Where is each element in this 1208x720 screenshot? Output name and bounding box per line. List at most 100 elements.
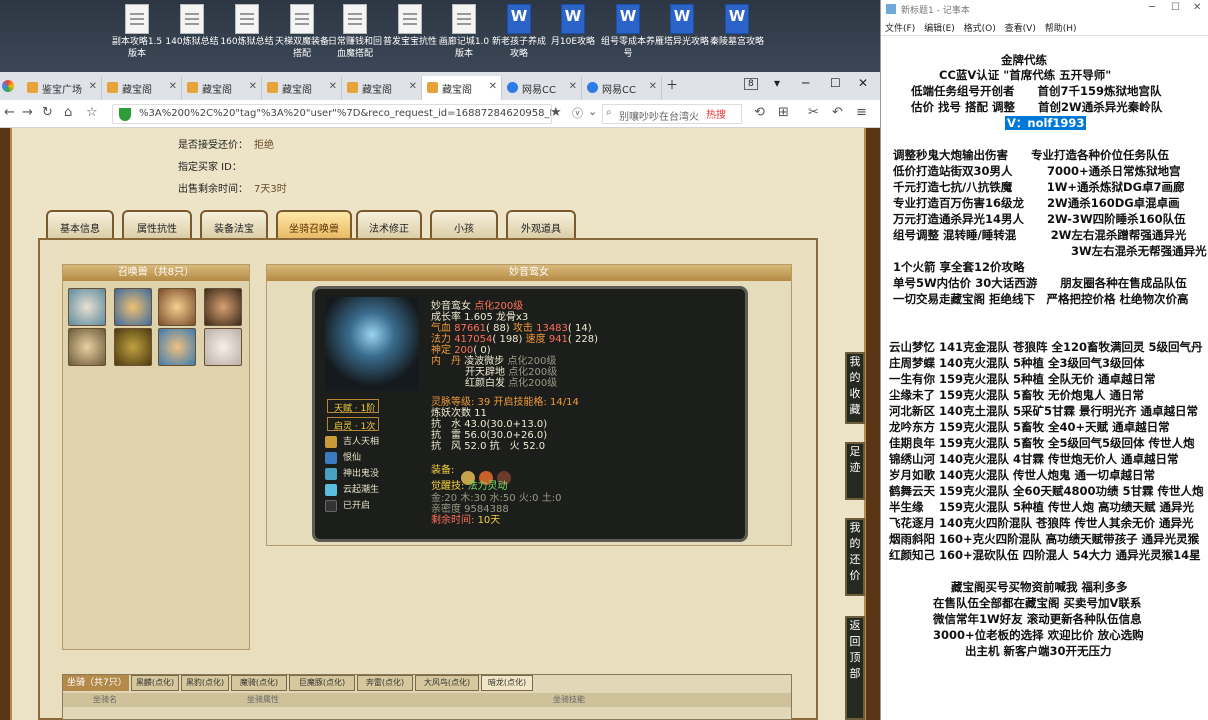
tab-appearance[interactable]: 外观道具 [506,210,576,240]
pet-skill[interactable]: 云起潮生 [325,483,405,497]
back-icon[interactable]: ← [4,105,15,120]
close-tab-icon[interactable]: ✕ [169,81,177,92]
close-tab-icon[interactable]: ✕ [569,81,577,92]
tab-6[interactable]: 网易CC ✕ [502,76,582,100]
tab-list-icon[interactable]: ▾ [774,76,780,90]
close-tab-icon[interactable]: ✕ [329,81,337,92]
minimize-button[interactable]: ─ [1149,2,1155,13]
undo-icon[interactable]: ↶ [832,105,843,120]
mount-tab[interactable]: 黑豹(点化) [181,675,229,691]
close-window-button[interactable]: ✕ [858,76,868,90]
new-tab-button[interactable]: ＋ [666,76,678,93]
url-input[interactable]: %3A%200%2C%20"tag"%3A%20"user"%7D&reco_r… [112,104,552,124]
minimize-button[interactable]: ─ [802,76,809,90]
pet-skill[interactable]: 已开启 [325,499,405,513]
mount-tab[interactable]: 奔雷(点化) [357,675,413,691]
tab-label: 藏宝阁 [442,85,472,96]
summon-avatar[interactable] [158,288,196,326]
text-file-icon [452,4,476,34]
desktop-file-icon[interactable]: 组号零成本养号 [601,4,655,60]
mount-tab[interactable]: 黑麟(点化) [131,675,179,691]
word-doc-icon [616,4,640,34]
desktop-file-icon[interactable]: 月10E攻略 [546,4,600,48]
text-line: 佳期良年 159克火混队 5畜牧 全5级回气5级回体 传世人炮 [889,436,1195,450]
tab-7[interactable]: 网易CC ✕ [582,76,662,100]
chevron-down-icon[interactable]: ⌄ [588,105,597,118]
bookmark-star-icon[interactable]: ☆ [86,105,98,120]
desktop-file-icon[interactable]: 140炼狱总结 [165,4,219,48]
forward-icon[interactable]: → [22,105,33,120]
notepad-text-area[interactable]: 金牌代练 CC蓝V认证 "首席代练 五开导师" 低端任务组号开创者 首创7千15… [881,37,1208,720]
page-favicon-icon [347,82,358,93]
close-tab-icon[interactable]: ✕ [249,81,257,92]
tab-4[interactable]: 藏宝阁 ✕ [342,76,422,100]
mount-tab[interactable]: 巨魔豚(点化) [289,675,355,691]
tab-1[interactable]: 藏宝阁 ✕ [102,76,182,100]
favorite-star-icon[interactable]: ★ [550,105,562,120]
tab-2[interactable]: 藏宝阁 ✕ [182,76,262,100]
my-favorites-button[interactable]: 我的收藏 [845,352,865,424]
refresh-icon[interactable]: ↻ [42,105,53,120]
tab-5[interactable]: 藏宝阁 ✕ [422,76,502,100]
mount-tab[interactable]: 魔骑(点化) [231,675,287,691]
summon-avatar[interactable] [114,288,152,326]
tab-basic-info[interactable]: 基本信息 [46,210,114,240]
desktop-file-icon[interactable]: 日常赚钱和回血魔搭配 [328,4,382,60]
desktop-file-icon[interactable]: 雁塔异光攻略 [655,4,709,48]
pet-skill[interactable]: 吉人天相 [325,435,405,449]
home-icon[interactable]: ⌂ [64,105,72,120]
summon-avatar[interactable] [68,288,106,326]
summon-avatar[interactable] [204,288,242,326]
tab-count-badge[interactable]: 8 [744,78,758,90]
tab-3[interactable]: 藏宝阁 ✕ [262,76,342,100]
close-tab-icon[interactable]: ✕ [89,81,97,92]
close-tab-icon[interactable]: ✕ [489,81,497,92]
pet-skill[interactable]: 神出鬼没 [325,467,405,481]
close-window-button[interactable]: ✕ [1193,2,1201,13]
info-value: 拒绝 [254,140,274,151]
accept-counteroffer-row: 是否接受还价： 拒绝 [178,136,274,151]
summon-avatar[interactable] [114,328,152,366]
tab-0[interactable]: 鉴宝广场 ✕ [22,76,102,100]
footprint-button[interactable]: 足迹 [845,442,865,500]
url-text: %3A%200%2C%20"tag"%3A%20"user"%7D&reco_r… [139,108,552,119]
tab-equipment[interactable]: 装备法宝 [200,210,268,240]
close-tab-icon[interactable]: ✕ [649,81,657,92]
desktop-file-icon[interactable]: 新老孩子养成攻略 [492,4,546,60]
maximize-button[interactable]: ☐ [830,76,841,90]
menu-help[interactable]: 帮助(H) [1045,24,1077,34]
menu-icon[interactable]: ≡ [856,105,867,120]
grid-icon[interactable]: ⊞ [778,105,789,120]
sync-icon[interactable]: ⟲ [754,105,765,120]
my-counteroffers-button[interactable]: 我的还价 [845,518,865,596]
tab-mounts-summons[interactable]: 坐骑召唤兽 [276,210,352,240]
desktop-file-icon[interactable]: 160炼狱总结 [220,4,274,48]
desktop-file-icon[interactable]: 副本攻略1.5版本 [110,4,164,60]
summon-avatar[interactable] [158,328,196,366]
extension-icon[interactable]: ⓥ [572,105,583,121]
menu-file[interactable]: 文件(F) [885,24,915,34]
mount-tab[interactable]: 大风鸟(点化) [415,675,479,691]
menu-view[interactable]: 查看(V) [1005,24,1036,34]
desktop-file-icon[interactable]: 秦陵墓宫攻略 [710,4,764,48]
address-bar: ← → ↻ ⌂ ☆ %3A%200%2C%20"tag"%3A%20"user"… [0,100,880,128]
desktop-file-icon[interactable]: 天梯双魔装备搭配 [275,4,329,60]
tab-spell-correction[interactable]: 法术修正 [356,210,422,240]
close-tab-icon[interactable]: ✕ [409,81,417,92]
qiling-badge[interactable]: 启灵 · 1次 [327,417,379,432]
desktop-file-icon[interactable]: 画廊记城1.0版本 [437,4,491,60]
desktop-file-icon[interactable]: 普发宝宝抗性 [383,4,437,48]
tab-child[interactable]: 小孩 [430,210,498,240]
talent-badge[interactable]: 天赋 · 1阶 [327,399,379,414]
summon-avatar[interactable] [68,328,106,366]
pet-skill[interactable]: 恨仙 [325,451,405,465]
menu-format[interactable]: 格式(O) [964,24,996,34]
tab-attributes[interactable]: 属性抗性 [122,210,192,240]
menu-edit[interactable]: 编辑(E) [924,24,955,34]
maximize-button[interactable]: ☐ [1171,2,1180,13]
scissors-icon[interactable]: ✂ [808,105,819,120]
summon-avatar[interactable] [204,328,242,366]
mount-tab[interactable]: 暗龙(点化) [481,675,533,691]
hot-search-link[interactable]: 热搜 [706,106,726,121]
back-to-top-button[interactable]: 返回顶部 [845,616,865,720]
